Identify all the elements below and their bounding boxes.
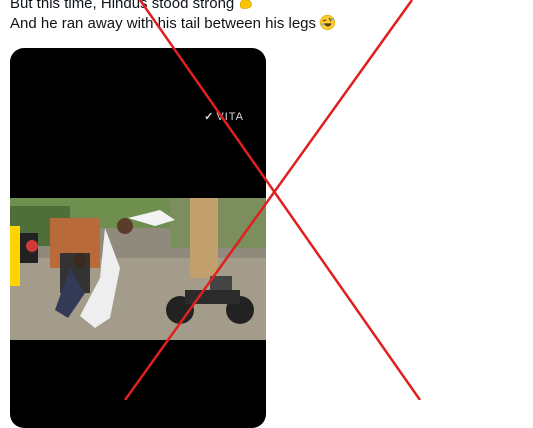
watermark-text: VITA <box>216 111 244 123</box>
rolling-laughing-emoji-icon <box>319 14 336 31</box>
video-frame-street-scene <box>10 198 266 340</box>
v-logo-icon: ✓ <box>204 111 215 123</box>
flexed-biceps-emoji-icon <box>240 0 253 9</box>
tweet-line-2-text: And he ran away with his tail between hi… <box>10 15 317 32</box>
tweet-line-1-text: But this time, Hindus stood strong <box>10 0 235 12</box>
vita-watermark: ✓ VITA <box>204 110 244 123</box>
tweet-line-2: And he ran away with his tail between hi… <box>10 14 430 34</box>
tweet-text: But this time, Hindus stood strong And h… <box>10 0 430 34</box>
tweet-video[interactable]: ✓ VITA <box>10 48 266 428</box>
tweet-line-1: But this time, Hindus stood strong <box>10 0 430 14</box>
